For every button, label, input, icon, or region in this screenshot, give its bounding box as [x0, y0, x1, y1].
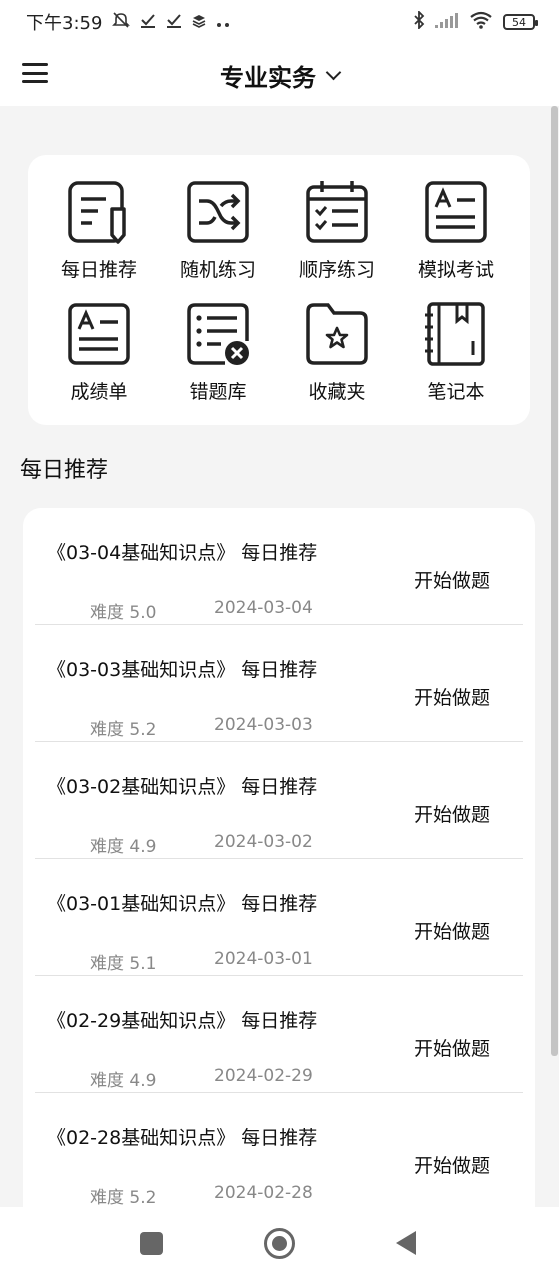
item-title: 《02-29基础知识点》 每日推荐 — [47, 1010, 318, 1032]
grid-label: 笔记本 — [427, 381, 485, 403]
mute-icon — [112, 11, 131, 33]
item-date: 2024-03-04 — [214, 598, 313, 618]
title-dropdown[interactable]: 专业实务 — [220, 58, 342, 93]
grid-item-random-practice[interactable]: 随机练习 — [159, 179, 277, 291]
list-item[interactable]: 《03-01基础知识点》 每日推荐 难度 5.1 2024-03-01 开始做题 — [35, 859, 523, 976]
recommend-list: 《03-04基础知识点》 每日推荐 难度 5.0 2024-03-04 开始做题… — [23, 508, 535, 1207]
start-quiz-button[interactable]: 开始做题 — [414, 683, 490, 710]
check-icon — [140, 12, 156, 32]
item-title: 《03-03基础知识点》 每日推荐 — [47, 659, 318, 681]
grid-item-wrong-questions[interactable]: 错题库 — [159, 301, 277, 413]
list-item[interactable]: 《03-04基础知识点》 每日推荐 难度 5.0 2024-03-04 开始做题 — [35, 508, 523, 625]
bluetooth-icon — [413, 9, 425, 33]
home-icon[interactable] — [264, 1228, 295, 1259]
grid-item-sequential-practice[interactable]: 顺序练习 — [278, 179, 396, 291]
transcript-icon — [68, 303, 130, 365]
grid-label: 顺序练习 — [298, 259, 375, 281]
item-title: 《03-04基础知识点》 每日推荐 — [47, 542, 318, 564]
section-title: 每日推荐 — [20, 458, 109, 483]
shuffle-icon — [187, 181, 249, 243]
item-difficulty: 难度 5.2 — [90, 720, 157, 740]
chevron-down-icon — [325, 64, 342, 80]
list-item[interactable]: 《03-02基础知识点》 每日推荐 难度 4.9 2024-03-02 开始做题 — [35, 742, 523, 859]
system-nav-bar — [0, 1207, 559, 1280]
grid-item-transcript[interactable]: 成绩单 — [40, 301, 158, 413]
feature-grid: 每日推荐 随机练习 顺序练习 模拟考试 成绩单 错题库 收藏夹 笔记本 — [28, 155, 530, 425]
wifi-icon — [469, 11, 493, 33]
recent-apps-icon[interactable] — [140, 1232, 163, 1255]
favorite-folder-icon — [306, 303, 368, 365]
item-difficulty: 难度 4.9 — [90, 837, 157, 857]
item-date: 2024-03-03 — [214, 715, 313, 735]
item-title: 《03-02基础知识点》 每日推荐 — [47, 776, 318, 798]
more-dots-icon — [216, 13, 230, 32]
menu-icon[interactable] — [22, 61, 48, 85]
status-time: 下午3:59 — [26, 13, 103, 34]
grid-label: 错题库 — [189, 381, 247, 403]
status-left: 下午3:59 — [26, 9, 230, 35]
main-content: 每日推荐 随机练习 顺序练习 模拟考试 成绩单 错题库 收藏夹 笔记本 每日推荐… — [0, 106, 550, 1207]
item-date: 2024-02-29 — [214, 1066, 313, 1086]
back-icon[interactable] — [396, 1231, 416, 1255]
item-difficulty: 难度 5.0 — [90, 603, 157, 623]
start-quiz-button[interactable]: 开始做题 — [414, 1034, 490, 1061]
list-item[interactable]: 《02-29基础知识点》 每日推荐 难度 4.9 2024-02-29 开始做题 — [35, 976, 523, 1093]
layers-icon — [192, 13, 206, 32]
exam-paper-icon — [425, 181, 487, 243]
item-difficulty: 难度 4.9 — [90, 1071, 157, 1091]
status-bar: 下午3:59 54 — [0, 0, 559, 44]
item-difficulty: 难度 5.2 — [90, 1188, 157, 1207]
top-app-bar: 专业实务 — [0, 44, 559, 106]
item-date: 2024-03-01 — [214, 949, 313, 969]
status-right: 54 — [413, 9, 538, 33]
list-item[interactable]: 《03-03基础知识点》 每日推荐 难度 5.2 2024-03-03 开始做题 — [35, 625, 523, 742]
grid-item-favorites[interactable]: 收藏夹 — [278, 301, 396, 413]
page-title: 专业实务 — [220, 63, 316, 92]
daily-recommend-icon — [68, 181, 126, 244]
grid-item-mock-exam[interactable]: 模拟考试 — [397, 179, 515, 291]
battery-icon: 54 — [503, 14, 538, 30]
calendar-list-icon — [306, 181, 368, 243]
item-title: 《02-28基础知识点》 每日推荐 — [47, 1127, 318, 1149]
wrong-list-icon — [187, 303, 249, 365]
start-quiz-button[interactable]: 开始做题 — [414, 917, 490, 944]
start-quiz-button[interactable]: 开始做题 — [414, 1151, 490, 1178]
signal-icon — [435, 12, 459, 32]
grid-item-notebook[interactable]: 笔记本 — [397, 301, 515, 413]
item-date: 2024-03-02 — [214, 832, 313, 852]
grid-label: 每日推荐 — [60, 259, 137, 281]
grid-label: 模拟考试 — [417, 259, 494, 281]
item-difficulty: 难度 5.1 — [90, 954, 157, 974]
item-date: 2024-02-28 — [214, 1183, 313, 1203]
start-quiz-button[interactable]: 开始做题 — [414, 800, 490, 827]
item-title: 《03-01基础知识点》 每日推荐 — [47, 893, 318, 915]
grid-label: 收藏夹 — [308, 381, 366, 403]
grid-item-daily-recommend[interactable]: 每日推荐 — [40, 179, 158, 291]
grid-label: 随机练习 — [179, 259, 256, 281]
list-item[interactable]: 《02-28基础知识点》 每日推荐 难度 5.2 2024-02-28 开始做题 — [35, 1093, 523, 1207]
start-quiz-button[interactable]: 开始做题 — [414, 566, 490, 593]
grid-label: 成绩单 — [70, 381, 128, 403]
notebook-icon — [425, 302, 485, 366]
check-icon — [166, 12, 182, 32]
scrollbar-thumb[interactable] — [551, 106, 558, 1056]
